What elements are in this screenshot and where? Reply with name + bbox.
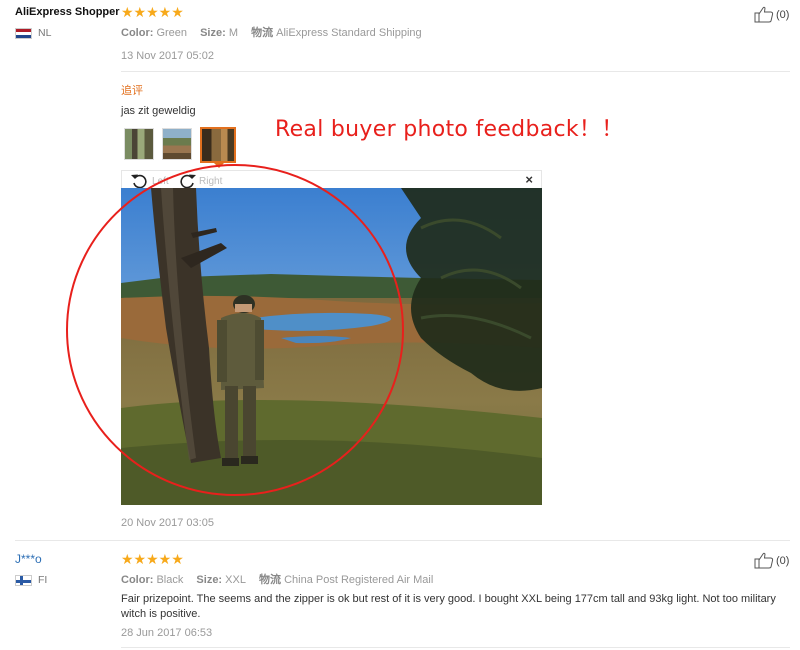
color-value: Green [156,27,188,39]
section-divider [121,71,790,72]
logistics-label-2: 物流 [259,574,282,586]
product-attributes-2: Color: Black Size: XXL 物流 China Post Reg… [121,571,443,587]
star-rating-2: ★★★★★ [121,551,184,567]
star-rating: ★★★★★ [121,4,184,20]
logistics-value-2: China Post Registered Air Mail [284,574,434,586]
reviewer-country-2: FI [15,574,47,586]
additional-feedback-text: jas zit geweldig [121,105,196,117]
country-code: NL [38,27,52,39]
color-label-2: Color: [121,574,154,586]
helpful-button-2[interactable]: (0) [754,552,789,569]
thumbs-up-icon [754,552,774,569]
annotation-text: Real buyer photo feedback！！ [275,117,624,142]
review-divider [15,540,790,541]
size-value: M [228,27,239,39]
logistics-value: AliExpress Standard Shipping [276,27,422,39]
review-date-2: 28 Jun 2017 06:53 [121,627,213,639]
helpful-button[interactable]: (0) [754,6,789,23]
review-date: 13 Nov 2017 05:02 [121,50,214,62]
annotation-circle [66,164,404,496]
bottom-divider [121,647,790,648]
size-label: Size: [200,27,226,39]
size-label-2: Size: [196,574,223,586]
reviewer-country: NL [15,27,51,39]
photo-thumbnail-3-selected[interactable] [200,127,236,163]
country-code-2: FI [38,574,48,586]
helpful-count-2: (0) [776,554,790,567]
product-attributes: Color: Green Size: M 物流 AliExpress Stand… [121,24,432,40]
helpful-count: (0) [776,8,790,21]
finland-flag-icon [15,574,32,586]
thumbs-up-icon [754,6,774,23]
reviewer-name: AliExpress Shopper [15,6,120,18]
additional-feedback-date: 20 Nov 2017 03:05 [121,517,214,529]
size-value-2: XXL [225,574,246,586]
color-label: Color: [121,27,154,39]
photo-thumbnail-2[interactable] [162,128,192,160]
photo-thumbnail-1[interactable] [124,128,154,160]
netherlands-flag-icon [15,27,32,39]
logistics-label: 物流 [251,27,274,39]
close-viewer-button[interactable]: × [525,172,533,187]
review-text-2: Fair prizepoint. The seems and the zippe… [121,593,776,620]
additional-feedback-label: 追评 [121,85,143,97]
color-value-2: Black [156,574,184,586]
reviewer-name-2[interactable]: J***o [15,552,42,566]
